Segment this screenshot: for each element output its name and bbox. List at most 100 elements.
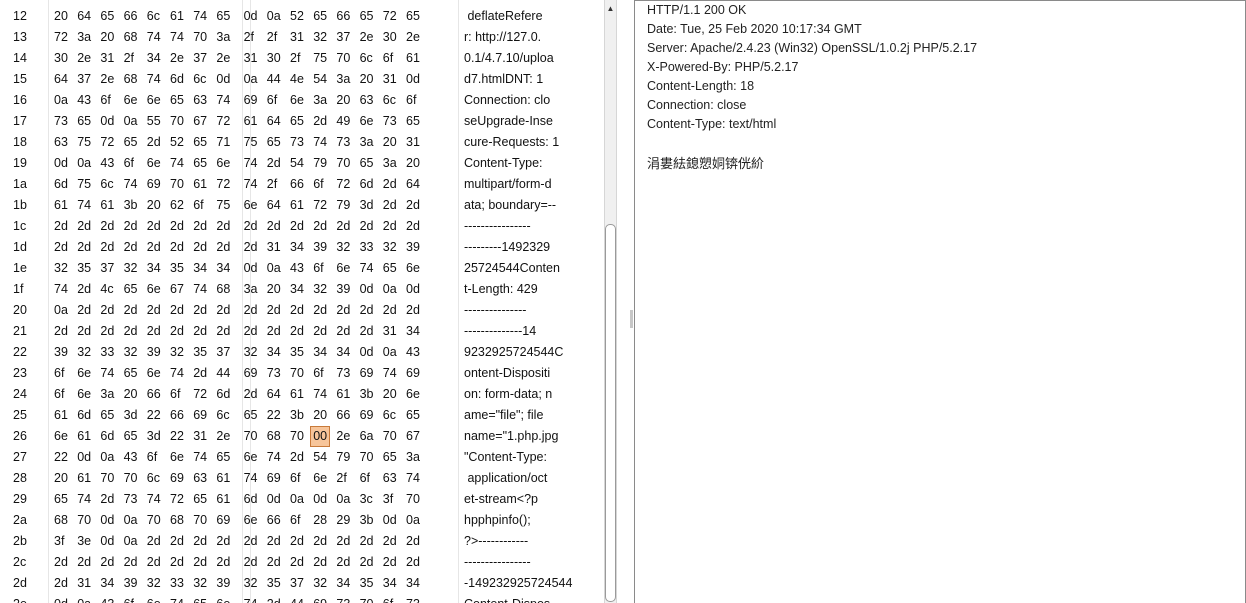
hex-byte-cell[interactable]: 74 <box>170 27 184 48</box>
hex-byte-cell[interactable]: 0a <box>290 489 304 510</box>
hex-byte-cell[interactable]: 64 <box>77 6 91 27</box>
hex-row[interactable]: 25 61 6d 65 3d 22 66 69 6c 65 22 3b 20 66 69 6c 65 ame="f… <box>0 405 604 426</box>
hex-byte-cell[interactable]: 35 <box>77 258 91 279</box>
hex-row-ascii[interactable]: ata; boundary=-- <box>464 195 556 216</box>
hex-byte-cell[interactable]: 2d <box>193 552 207 573</box>
hex-byte-cell[interactable]: 65 <box>216 6 230 27</box>
scroll-thumb[interactable] <box>605 224 616 602</box>
hex-byte-cell[interactable]: 22 <box>147 405 161 426</box>
hex-byte-cell[interactable]: 37 <box>216 342 230 363</box>
hex-byte-cell[interactable]: 2d <box>147 216 161 237</box>
hex-row[interactable]: 2c 2d 2d 2d 2d 2d 2d 2d 2d 2d 2d 2d 2d 2d 2d 2d 2d ------… <box>0 552 604 573</box>
hex-byte-cell[interactable]: 6c <box>100 174 113 195</box>
hex-byte-cell[interactable]: 3f <box>383 489 393 510</box>
hex-byte-cell[interactable]: 32 <box>336 237 350 258</box>
hex-byte-cell[interactable]: 20 <box>383 132 397 153</box>
hex-byte-cell[interactable]: 2d <box>170 300 184 321</box>
hex-byte-cell[interactable]: 2f <box>244 27 254 48</box>
hex-byte-cell[interactable]: 4c <box>100 279 113 300</box>
hex-byte-cell[interactable]: 69 <box>360 405 374 426</box>
hex-byte-cell[interactable]: 6d <box>360 174 374 195</box>
hex-byte-cell[interactable]: 65 <box>124 132 138 153</box>
hex-byte-cell[interactable]: 3b <box>360 510 374 531</box>
hex-byte-cell[interactable]: 2d <box>406 552 420 573</box>
hex-byte-cell[interactable]: 6e <box>54 426 68 447</box>
hex-byte-cell[interactable]: 3c <box>360 489 373 510</box>
hex-row-ascii[interactable]: ontent-Dispositi <box>464 363 550 384</box>
hex-scrollbar[interactable]: ▲ <box>604 0 617 603</box>
hex-byte-cell[interactable]: 2d <box>147 237 161 258</box>
hex-byte-cell[interactable]: 70 <box>336 48 350 69</box>
hex-byte-cell[interactable]: 6e <box>216 594 230 603</box>
hex-byte-cell[interactable]: 63 <box>193 90 207 111</box>
hex-byte-cell[interactable]: 28 <box>313 510 327 531</box>
hex-byte-cell[interactable]: 74 <box>244 468 258 489</box>
hex-row[interactable]: 16 0a 43 6f 6e 6e 65 63 74 69 6f 6e 3a 20 63 6c 6f Connec… <box>0 90 604 111</box>
hex-byte-cell[interactable]: 64 <box>54 69 68 90</box>
hex-byte-cell[interactable]: 65 <box>124 426 138 447</box>
hex-byte-cell[interactable]: 0a <box>124 111 138 132</box>
hex-byte-cell[interactable]: 61 <box>244 111 258 132</box>
hex-byte-cell[interactable]: 30 <box>267 48 281 69</box>
hex-row[interactable]: 28 20 61 70 70 6c 69 63 61 74 69 6f 6e 2f 6f 63 74 appli… <box>0 468 604 489</box>
hex-byte-cell[interactable]: 0d <box>313 489 327 510</box>
hex-byte-cell[interactable]: 2d <box>360 300 374 321</box>
hex-byte-cell[interactable]: 6e <box>124 90 138 111</box>
hex-row-ascii[interactable]: d7.htmlDNT: 1 <box>464 69 543 90</box>
hex-row-ascii[interactable]: hpphpinfo(); <box>464 510 531 531</box>
hex-byte-cell[interactable]: 2d <box>267 153 281 174</box>
hex-byte-cell[interactable]: 65 <box>244 405 258 426</box>
hex-byte-cell[interactable]: 2d <box>77 216 91 237</box>
hex-byte-cell[interactable]: 67 <box>406 426 420 447</box>
hex-row-ascii[interactable]: Content-Type: <box>464 153 546 174</box>
hex-row[interactable]: 20 0a 2d 2d 2d 2d 2d 2d 2d 2d 2d 2d 2d 2d 2d 2d 2d ------… <box>0 300 604 321</box>
hex-row-ascii[interactable]: application/oct <box>464 468 547 489</box>
hex-byte-cell[interactable]: 32 <box>313 27 327 48</box>
hex-byte-cell[interactable]: 55 <box>147 111 161 132</box>
hex-byte-cell[interactable]: 62 <box>170 195 184 216</box>
hex-byte-cell[interactable]: 6e <box>147 279 161 300</box>
hex-byte-cell[interactable]: 32 <box>124 342 138 363</box>
hex-byte-cell[interactable]: 3b <box>360 384 374 405</box>
hex-byte-cell[interactable]: 61 <box>290 195 304 216</box>
hex-row-ascii[interactable]: t-Length: 429 <box>464 279 538 300</box>
hex-byte-cell[interactable]: 0a <box>124 531 138 552</box>
hex-byte-cell[interactable]: 2d <box>360 552 374 573</box>
hex-byte-cell[interactable]: 44 <box>267 69 281 90</box>
hex-byte-cell[interactable]: 2d <box>77 300 91 321</box>
hex-byte-cell[interactable]: 74 <box>244 174 258 195</box>
hex-byte-cell[interactable]: 2d <box>267 216 281 237</box>
hex-byte-cell[interactable]: 0a <box>267 258 281 279</box>
hex-byte-cell[interactable]: 2d <box>290 321 304 342</box>
hex-byte-cell[interactable]: 2d <box>54 552 68 573</box>
hex-byte-cell[interactable]: 72 <box>336 174 350 195</box>
hex-byte-cell[interactable]: 2d <box>244 552 258 573</box>
hex-byte-cell[interactable]: 66 <box>267 510 281 531</box>
hex-byte-cell[interactable]: 65 <box>383 447 397 468</box>
hex-byte-cell[interactable]: 2d <box>313 531 327 552</box>
hex-byte-cell[interactable]: 37 <box>77 69 91 90</box>
hex-byte-cell[interactable]: 3a <box>216 27 230 48</box>
hex-byte-cell[interactable]: 2d <box>77 279 91 300</box>
hex-byte-cell[interactable]: 35 <box>267 573 281 594</box>
hex-byte-cell[interactable]: 3a <box>100 384 114 405</box>
hex-byte-cell[interactable]: 61 <box>193 174 207 195</box>
hex-byte-cell[interactable]: 2d <box>100 216 114 237</box>
hex-byte-cell[interactable]: 6d <box>77 405 91 426</box>
hex-byte-cell[interactable]: 2d <box>100 237 114 258</box>
hex-byte-cell[interactable]: 6f <box>147 447 157 468</box>
hex-byte-cell[interactable]: 2d <box>406 531 420 552</box>
hex-byte-cell[interactable]: 74 <box>170 594 184 603</box>
hex-byte-cell[interactable]: 39 <box>124 573 138 594</box>
hex-byte-cell[interactable]: 61 <box>216 468 230 489</box>
hex-byte-cell[interactable]: 2d <box>216 531 230 552</box>
hex-byte-cell[interactable]: 30 <box>54 48 68 69</box>
hex-byte-cell[interactable]: 0d <box>383 510 397 531</box>
hex-byte-cell[interactable]: 49 <box>336 111 350 132</box>
hex-byte-cell[interactable]: 74 <box>244 594 258 603</box>
hex-byte-cell[interactable]: 2d <box>313 321 327 342</box>
hex-row[interactable]: 1e 32 35 37 32 34 35 34 34 0d 0a 43 6f 6e 74 65 6e 257245… <box>0 258 604 279</box>
hex-byte-cell[interactable]: 2d <box>406 195 420 216</box>
hex-byte-cell[interactable]: 2d <box>147 321 161 342</box>
hex-byte-cell[interactable]: 43 <box>290 258 304 279</box>
